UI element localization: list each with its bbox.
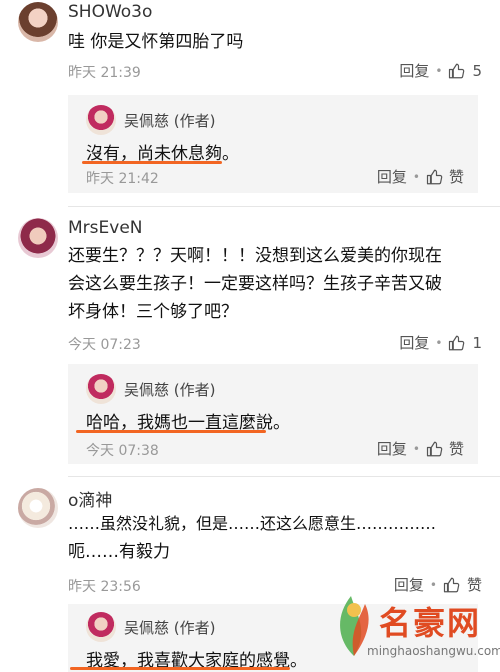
reply-button[interactable]: 回复 <box>399 332 429 353</box>
reply-button[interactable]: 回复 <box>399 60 429 81</box>
author-avatar[interactable] <box>86 374 116 404</box>
comment-actions: 回复 • 1 <box>399 332 482 353</box>
site-watermark: 名豪网 minghaoshangwu.com <box>329 588 500 668</box>
divider <box>68 476 500 477</box>
reply-actions: 回复 • 赞 <box>377 166 464 187</box>
thumbs-up-icon <box>449 335 465 350</box>
comment-timestamp: 今天 07:23 <box>68 337 141 353</box>
separator-dot: • <box>435 63 443 78</box>
comment-username[interactable]: MrsEveN <box>68 218 143 238</box>
like-button[interactable]: 1 <box>448 334 482 352</box>
divider <box>68 206 500 207</box>
author-avatar[interactable] <box>86 105 116 135</box>
thumbs-up-icon[interactable] <box>426 440 444 458</box>
avatar[interactable] <box>18 488 58 528</box>
comment-content: 哇 你是又怀第四胎了吗 <box>68 32 244 52</box>
like-button[interactable]: 赞 <box>449 438 464 459</box>
comment-actions: 回复 • 5 <box>399 60 482 81</box>
comment-username[interactable]: SHOWo3o <box>68 2 152 22</box>
avatar[interactable] <box>18 218 58 258</box>
separator-dot: • <box>412 169 420 184</box>
author-reply-box: 吴佩慈 (作者) 哈哈，我媽也一直這麼說。 今天 07:38 回复 • 赞 <box>68 364 478 464</box>
comment-timestamp: 昨天 23:56 <box>68 579 141 595</box>
comment-content-line: 呃……有毅力 <box>68 542 170 562</box>
separator-dot: • <box>412 441 420 456</box>
author-reply-box: 吴佩慈 (作者) 沒有，尚未休息夠。 昨天 21:42 回复 • 赞 <box>68 95 478 193</box>
like-button[interactable]: 赞 <box>449 166 464 187</box>
like-button[interactable]: 5 <box>448 62 482 80</box>
comment-content-line: 会这么要生孩子！一定要这样吗？生孩子辛苦又破 <box>68 274 442 294</box>
comment-username[interactable]: o滴神 <box>68 486 112 511</box>
highlight-underline <box>82 161 222 164</box>
author-avatar[interactable] <box>86 612 116 642</box>
comment-content-line: 坏身体！三个够了吧？ <box>68 302 238 322</box>
watermark-text: 名豪网 <box>379 604 482 642</box>
highlight-underline <box>76 430 266 433</box>
watermark-url: minghaoshangwu.com <box>367 644 500 658</box>
highlight-underline <box>70 667 290 670</box>
reply-button[interactable]: 回复 <box>377 166 407 187</box>
comment-content-line: ……虽然没礼貌，但是……还这么愿意生…………… <box>68 514 437 533</box>
separator-dot: • <box>435 335 443 350</box>
like-count: 1 <box>472 333 482 352</box>
comment-content-line: 还要生？？？天啊！！！没想到这么爱美的你现在 <box>68 246 442 266</box>
author-name[interactable]: 吴佩慈 (作者) <box>124 110 215 131</box>
avatar[interactable] <box>18 2 58 42</box>
comment-timestamp: 昨天 21:39 <box>68 65 141 81</box>
author-name[interactable]: 吴佩慈 (作者) <box>124 617 215 638</box>
thumbs-up-icon[interactable] <box>426 168 444 186</box>
thumbs-up-icon <box>449 63 465 78</box>
reply-button[interactable]: 回复 <box>377 438 407 459</box>
reply-actions: 回复 • 赞 <box>377 438 464 459</box>
reply-timestamp: 今天 07:38 <box>86 443 159 459</box>
like-count: 5 <box>472 61 482 80</box>
author-name[interactable]: 吴佩慈 (作者) <box>124 379 215 400</box>
reply-timestamp: 昨天 21:42 <box>86 171 159 187</box>
